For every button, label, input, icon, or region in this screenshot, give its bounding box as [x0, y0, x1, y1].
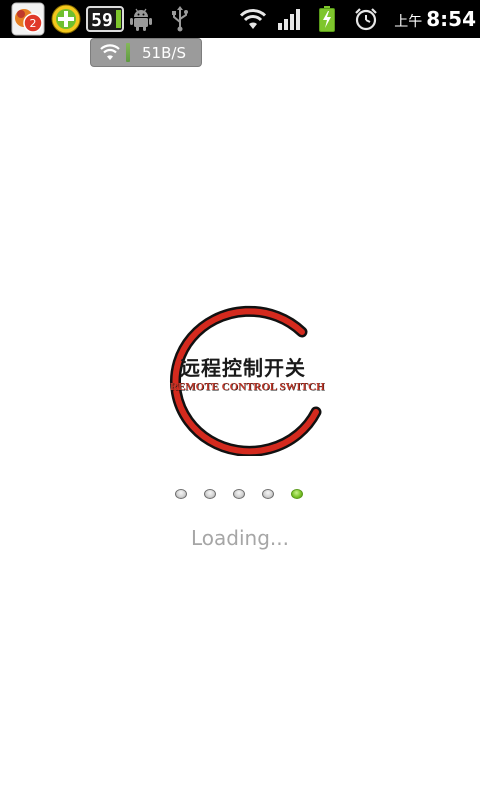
net-speed-wifi-icon: [100, 44, 120, 60]
progress-dot: [262, 489, 274, 499]
status-clock: 上午 8:54: [392, 0, 476, 38]
android-debug-icon: [128, 0, 154, 38]
counter-app-icon: 59: [86, 0, 124, 38]
logo-title-cn: 远程控制开关: [180, 356, 306, 380]
progress-dot: [233, 489, 245, 499]
logo-title-en: REMOTE CONTROL SWITCH: [170, 381, 325, 393]
status-bar[interactable]: 2 59 上午 8:54: [0, 0, 480, 38]
loading-progress-dots: [172, 488, 308, 502]
alarm-icon: [352, 0, 380, 38]
counter-app-number: 59: [91, 10, 113, 31]
clock-time: 8:54: [426, 7, 476, 31]
app-notification-icon: 2: [10, 0, 46, 38]
wifi-icon: [236, 0, 270, 38]
net-speed-indicator[interactable]: 51B/S: [90, 38, 202, 67]
usb-icon: [168, 0, 192, 38]
loading-text: Loading...: [191, 526, 289, 550]
progress-dot: [204, 489, 216, 499]
progress-dot-active: [291, 489, 303, 499]
notification-badge-count: 2: [30, 17, 37, 30]
plus-app-icon: [49, 0, 83, 38]
net-speed-rate: 51B/S: [142, 43, 186, 62]
splash-screen: 2 59 上午 8:54 51B/S 远程控制开关 REMOTE CONTROL…: [0, 0, 480, 800]
signal-icon: [276, 0, 304, 38]
battery-charging-icon: [316, 0, 338, 38]
progress-dot: [175, 489, 187, 499]
clock-ampm: 上午: [394, 14, 423, 30]
